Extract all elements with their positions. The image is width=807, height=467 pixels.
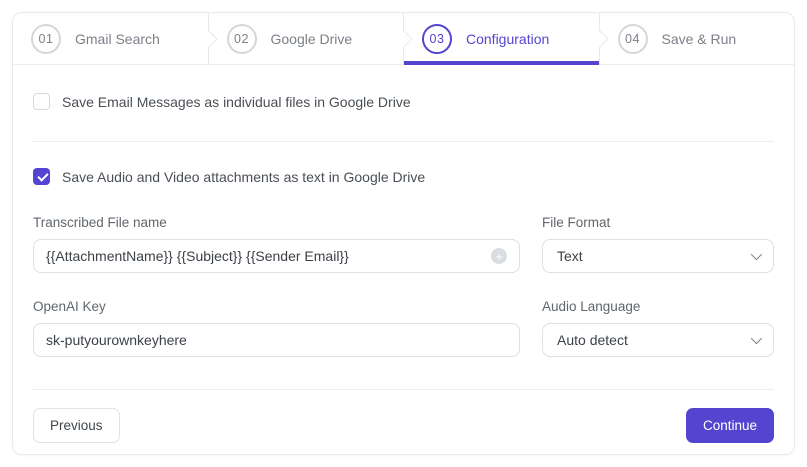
tab-gmail-search[interactable]: 01 Gmail Search [13, 13, 209, 64]
file-format-select[interactable]: Text [542, 239, 774, 273]
footer-divider [33, 389, 774, 390]
tab-google-drive[interactable]: 02 Google Drive [209, 13, 404, 64]
transcribed-file-name-field: Transcribed File name + [33, 215, 520, 273]
chevron-down-icon [750, 332, 763, 345]
openai-key-input[interactable] [46, 332, 507, 348]
openai-key-inputwrap [33, 323, 520, 357]
configuration-form: Transcribed File name + File Format Text… [33, 215, 774, 357]
tab-label: Google Drive [270, 30, 353, 47]
step-number-badge: 03 [422, 23, 452, 54]
previous-button[interactable]: Previous [33, 408, 120, 443]
file-format-field: File Format Text [542, 215, 774, 273]
tab-label: Gmail Search [75, 30, 160, 47]
step-number-badge: 04 [617, 23, 648, 54]
section-divider [33, 141, 774, 142]
save-audio-option[interactable]: Save Audio and Video attachments as text… [33, 168, 774, 185]
tab-save-and-run[interactable]: 04 Save & Run [600, 13, 795, 64]
save-email-checkbox[interactable] [33, 93, 50, 110]
openai-key-label: OpenAI Key [33, 299, 106, 314]
openai-key-field: OpenAI Key [33, 299, 520, 357]
configuration-panel: Save Email Messages as individual files … [13, 65, 794, 443]
audio-language-value: Auto detect [557, 332, 628, 348]
save-email-label: Save Email Messages as individual files … [62, 93, 411, 110]
wizard-card: 01 Gmail Search 02 Google Drive 03 Confi… [12, 12, 795, 455]
save-audio-checkbox[interactable] [33, 168, 50, 185]
transcribed-file-name-input[interactable] [46, 248, 483, 264]
tab-label: Configuration [466, 30, 550, 47]
chevron-down-icon [750, 248, 763, 261]
step-number-badge: 01 [31, 23, 61, 54]
file-format-label: File Format [542, 215, 611, 230]
save-email-option[interactable]: Save Email Messages as individual files … [33, 93, 774, 110]
audio-language-label: Audio Language [542, 299, 641, 314]
wizard-footer: Previous Continue [33, 408, 774, 443]
stepper: 01 Gmail Search 02 Google Drive 03 Confi… [13, 13, 794, 65]
transcribed-file-name-label: Transcribed File name [33, 215, 167, 230]
tab-label: Save & Run [661, 30, 737, 47]
file-format-value: Text [557, 248, 583, 264]
transcribed-file-name-inputwrap: + [33, 239, 520, 273]
save-audio-label: Save Audio and Video attachments as text… [62, 168, 426, 185]
tab-configuration[interactable]: 03 Configuration [404, 13, 600, 65]
add-variable-icon[interactable]: + [491, 248, 507, 264]
audio-language-select[interactable]: Auto detect [542, 323, 774, 357]
audio-language-field: Audio Language Auto detect [542, 299, 774, 357]
continue-button[interactable]: Continue [685, 408, 774, 443]
step-number-badge: 02 [226, 23, 257, 54]
